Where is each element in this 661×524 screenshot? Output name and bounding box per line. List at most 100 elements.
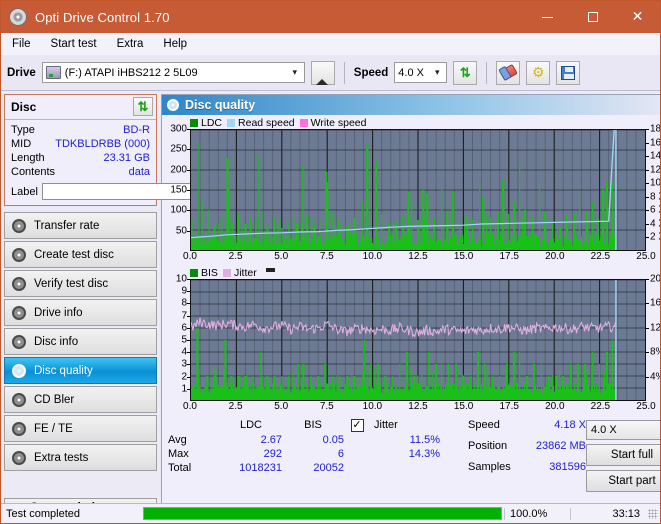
axis-tick-label: 150 bbox=[170, 184, 187, 196]
menu-item-help[interactable]: Help bbox=[160, 36, 190, 52]
sidebar-item-cd-bler[interactable]: CD Bler bbox=[4, 386, 157, 413]
axis-tick bbox=[646, 210, 649, 212]
legend-entry-read-speed: Read speed bbox=[227, 117, 295, 129]
test-speed-select[interactable]: 4.0 X ▾ bbox=[586, 420, 660, 440]
sidebar-item-disc-info[interactable]: Disc info bbox=[4, 328, 157, 355]
sidebar-item-verify-test-disc[interactable]: Verify test disc bbox=[4, 270, 157, 297]
start-part-button[interactable]: Start part bbox=[586, 470, 660, 492]
stat-samples-label: Samples bbox=[468, 461, 511, 473]
speed-select[interactable]: 4.0 X ▾ bbox=[394, 62, 448, 83]
eject-icon bbox=[316, 66, 329, 85]
bis-x-axis: 0.0 2.5 5.0 7.5 10.0 12.5 15.0 17.5 20.0 22.5 25.0… bbox=[183, 401, 656, 415]
chart-marker-icon bbox=[265, 267, 275, 272]
erase-button[interactable] bbox=[496, 60, 521, 85]
drive-select-value: (F:) ATAPI iHBS212 2 5L09 bbox=[64, 66, 198, 79]
legend-swatch bbox=[222, 268, 231, 277]
stat-position: Position 23862 MB bbox=[468, 440, 586, 452]
disc-row-type: Type BD-R bbox=[11, 123, 150, 137]
axis-tick-label: 10 bbox=[175, 273, 187, 285]
sidebar-item-extra-tests[interactable]: Extra tests bbox=[4, 444, 157, 471]
drive-select[interactable]: (F:) ATAPI iHBS212 2 5L09 ▾ bbox=[41, 62, 305, 83]
stat-total-ldc: 1018231 bbox=[239, 462, 282, 474]
sidebar-item-label: Create test disc bbox=[34, 248, 114, 261]
sidebar-item-transfer-rate[interactable]: Transfer rate bbox=[4, 212, 157, 239]
disc-type-value: BD-R bbox=[123, 124, 150, 136]
axis-tick bbox=[646, 223, 649, 225]
axis-tick-label: 10.0 bbox=[362, 251, 383, 262]
disc-row-length: Length 23.31 GB bbox=[11, 151, 150, 165]
stat-total-jitter bbox=[370, 462, 440, 474]
legend-entry-bis: BIS bbox=[190, 267, 218, 279]
refresh-button[interactable]: ⇅ bbox=[453, 60, 478, 85]
drive-label: Drive bbox=[7, 66, 36, 79]
axis-tick-label: 14 X bbox=[650, 150, 661, 162]
menu-item-start-test[interactable]: Start test bbox=[48, 36, 100, 52]
axis-tick-label: 25.0 bbox=[636, 251, 656, 262]
disc-panel-header: Disc ⇅ bbox=[5, 95, 156, 120]
maximize-icon bbox=[587, 12, 598, 22]
disc-row-contents: Contents data bbox=[11, 165, 150, 179]
app-icon bbox=[9, 8, 27, 26]
sidebar-item-disc-quality[interactable]: Disc quality bbox=[4, 357, 157, 384]
title-bar: Opti Drive Control 1.70 ✕ bbox=[1, 1, 660, 33]
sidebar: Disc ⇅ Type BD-R MID TDKBLDRBB (000) Len… bbox=[1, 91, 244, 522]
save-button[interactable] bbox=[556, 60, 581, 85]
sidebar-item-drive-info[interactable]: Drive info bbox=[4, 299, 157, 326]
axis-tick bbox=[646, 129, 649, 130]
axis-tick bbox=[646, 352, 649, 354]
axis-tick-label: 250 bbox=[170, 143, 187, 155]
sidebar-item-create-test-disc[interactable]: Create test disc bbox=[4, 241, 157, 268]
axis-tick-label: 50 bbox=[175, 225, 187, 237]
start-full-button[interactable]: Start full bbox=[586, 444, 660, 466]
disc-refresh-button[interactable]: ⇅ bbox=[133, 97, 153, 116]
menu-item-extra[interactable]: Extra bbox=[114, 36, 147, 52]
axis-tick bbox=[646, 303, 649, 305]
eject-button[interactable] bbox=[310, 60, 335, 85]
stat-avg-ldc: 2.67 bbox=[260, 434, 282, 446]
disc-icon bbox=[12, 421, 26, 436]
stat-max-ldc: 292 bbox=[263, 448, 282, 460]
menu-item-file[interactable]: File bbox=[9, 36, 34, 52]
maximize-button[interactable] bbox=[570, 1, 615, 33]
sidebar-item-label: FE / TE bbox=[34, 422, 73, 435]
settings-button[interactable]: ⚙ bbox=[526, 60, 551, 85]
drive-icon bbox=[45, 66, 61, 79]
axis-tick-label: 7.5 bbox=[319, 251, 334, 262]
axis-tick-label: 10.0 bbox=[362, 401, 383, 412]
close-button[interactable]: ✕ bbox=[615, 1, 660, 33]
save-icon bbox=[561, 65, 576, 80]
eraser-icon bbox=[499, 63, 518, 82]
disc-icon bbox=[12, 334, 26, 349]
disc-contents-value: data bbox=[128, 166, 150, 178]
legend-swatch bbox=[299, 118, 308, 127]
drive-toolbar: Drive (F:) ATAPI iHBS212 2 5L09 ▾ Speed … bbox=[1, 55, 660, 91]
axis-tick bbox=[646, 169, 649, 171]
stat-row-max-label: Max bbox=[168, 448, 189, 460]
resize-grip-icon[interactable] bbox=[648, 508, 658, 519]
axis-tick bbox=[646, 376, 649, 378]
axis-tick-label: 12 X bbox=[650, 164, 661, 176]
content-area: Disc quality LDC Read speed Write speed … bbox=[161, 91, 661, 522]
ldc-chart: LDC Read speed Write speed 50 100 150 200 25… bbox=[162, 115, 661, 265]
ldc-y-axis-left: 50 100 150 200 250 300 bbox=[164, 124, 190, 251]
axis-tick-label: 200 bbox=[170, 164, 187, 176]
jitter-checkbox[interactable]: ✓ bbox=[344, 419, 370, 432]
speed-label: Speed bbox=[353, 66, 389, 79]
sidebar-item-fe-te[interactable]: FE / TE bbox=[4, 415, 157, 442]
stat-avg-bis: 0.05 bbox=[322, 434, 344, 446]
ldc-plot-svg bbox=[191, 130, 645, 250]
legend-entry-write-speed: Write speed bbox=[299, 117, 367, 129]
disc-mid-label: MID bbox=[11, 138, 32, 150]
sidebar-item-label: Disc info bbox=[34, 335, 79, 348]
disc-icon bbox=[12, 305, 26, 320]
nav-list: Transfer rate Create test disc Verify te… bbox=[1, 212, 161, 471]
disc-quality-icon bbox=[167, 99, 179, 111]
axis-tick-label: 20.0 bbox=[545, 251, 565, 262]
minimize-button[interactable] bbox=[525, 1, 570, 33]
bis-chart-legend: BIS Jitter bbox=[164, 265, 660, 279]
disc-mid-value: TDKBLDRBB (000) bbox=[55, 138, 150, 150]
axis-tick-label: 6 X bbox=[650, 204, 660, 216]
stat-speed: Speed 4.18 X bbox=[468, 419, 586, 431]
